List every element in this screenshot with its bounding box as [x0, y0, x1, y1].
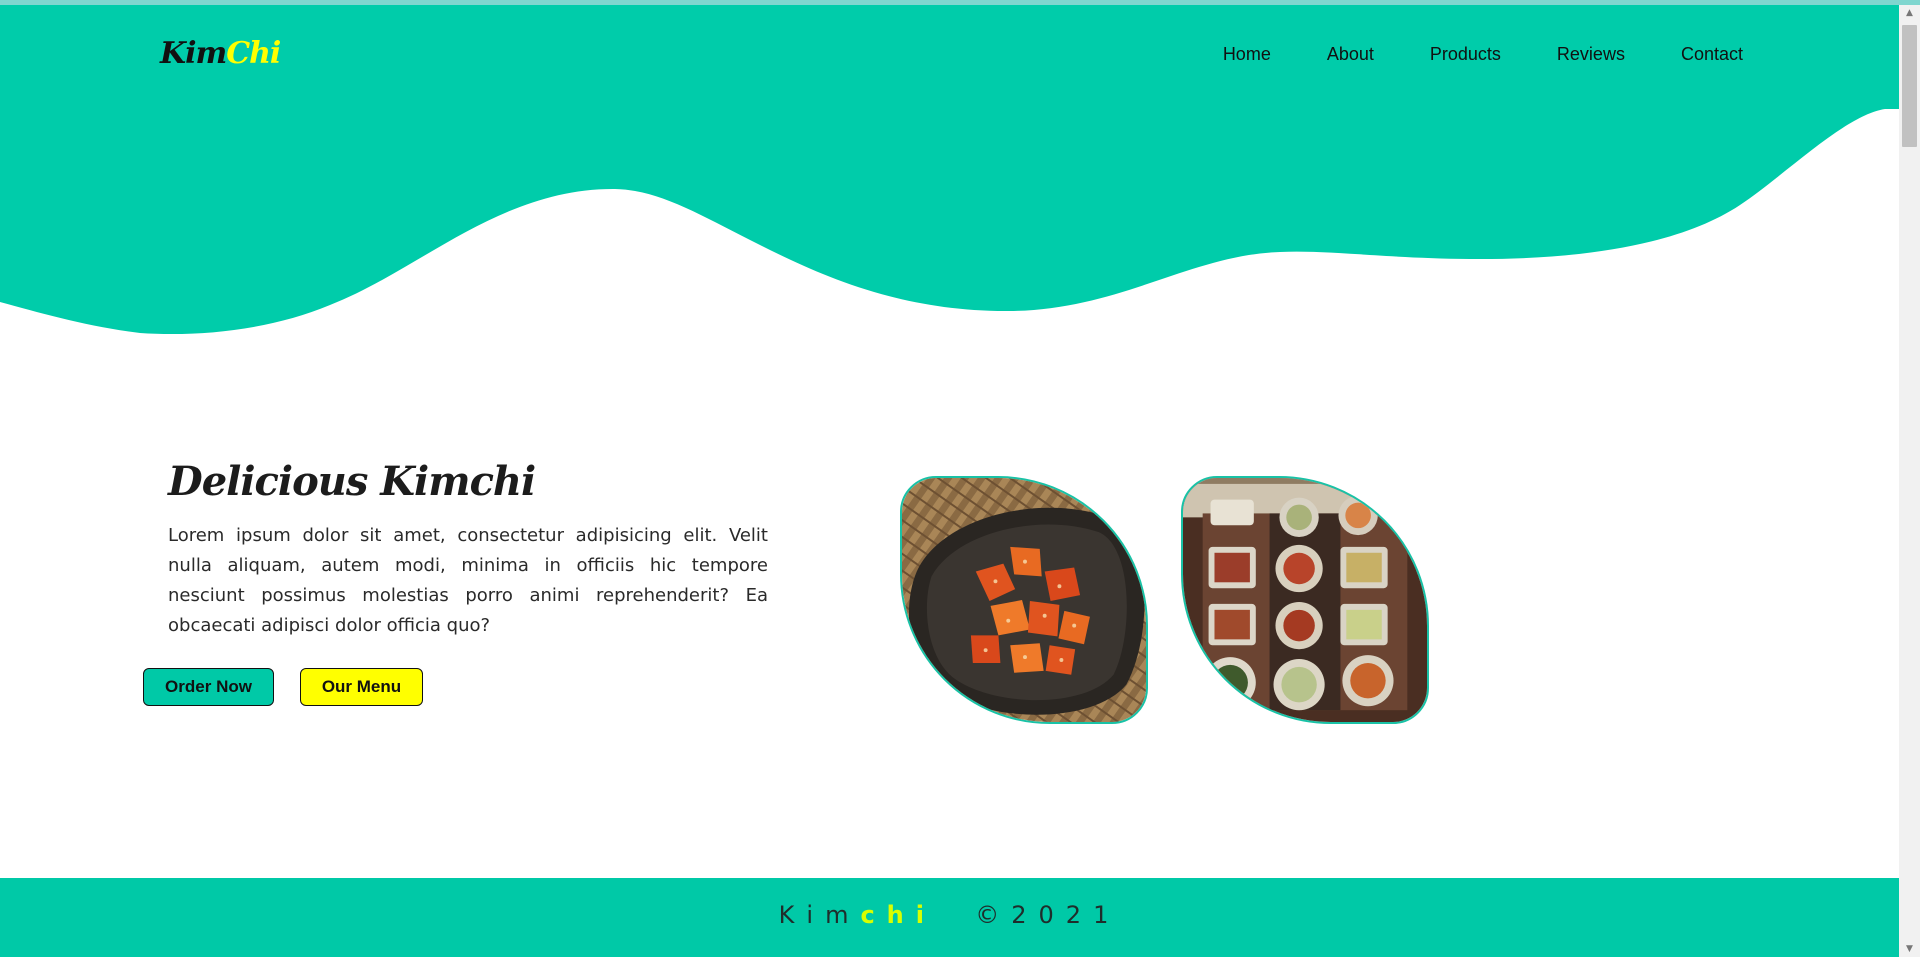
- footer-brand-part1: Kim: [778, 900, 861, 929]
- our-menu-button[interactable]: Our Menu: [300, 668, 423, 706]
- order-now-button[interactable]: Order Now: [143, 668, 274, 706]
- nav-home[interactable]: Home: [1223, 44, 1271, 65]
- footer: Kimchi ©2021: [0, 878, 1899, 957]
- hero-text: Lorem ipsum dolor sit amet, consectetur …: [168, 525, 768, 636]
- brand-logo-part2: Chi: [226, 36, 281, 71]
- nav-contact[interactable]: Contact: [1681, 44, 1743, 65]
- footer-copyright-year: ©2021: [975, 900, 1121, 929]
- footer-copyright: Kimchi ©2021: [779, 901, 1121, 929]
- main-nav: Home About Products Reviews Contact: [1223, 44, 1743, 65]
- footer-brand-part2: chi: [860, 900, 936, 929]
- brand-logo-part1: Kim: [160, 36, 227, 71]
- scroll-up-arrow-icon[interactable]: ▲: [1899, 5, 1920, 21]
- scrollbar-thumb[interactable]: [1902, 25, 1917, 147]
- page: KimChi Home About Products Reviews Conta…: [0, 0, 1920, 957]
- scroll-down-arrow-icon[interactable]: ▼: [1899, 941, 1920, 957]
- kimchi-table-illustration: [1183, 478, 1427, 722]
- page-scrollbar[interactable]: ▲ ▼: [1899, 5, 1920, 957]
- hero-title: Delicious Kimchi: [168, 458, 536, 505]
- kimchi-table-image: [1181, 476, 1429, 724]
- nav-reviews[interactable]: Reviews: [1557, 44, 1625, 65]
- kimchi-dish-image: [900, 476, 1148, 724]
- brand-logo[interactable]: KimChi: [160, 36, 281, 71]
- nav-about[interactable]: About: [1327, 44, 1374, 65]
- kimchi-dish-illustration: [902, 478, 1146, 722]
- nav-products[interactable]: Products: [1430, 44, 1501, 65]
